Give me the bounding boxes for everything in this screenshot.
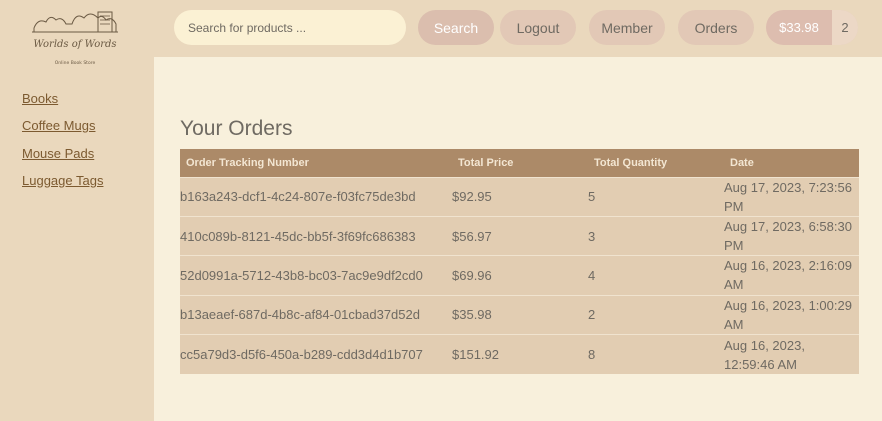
top-bar: Search Logout Member Orders $33.98 2 <box>154 0 882 57</box>
order-total-price: $151.92 <box>452 334 588 374</box>
order-date: Aug 17, 2023, 6:58:30 PM <box>724 215 859 256</box>
book-store-logo-icon: Worlds of Words Online Book Store <box>32 11 118 66</box>
order-date: Aug 16, 2023, 2:16:09 AM <box>724 255 859 296</box>
table-row: b13aeaef-687d-4b8c-af84-01cbad37d52d $35… <box>180 294 859 335</box>
order-total-quantity: 8 <box>588 334 724 374</box>
search-button[interactable]: Search <box>418 10 494 45</box>
table-row: 410c089b-8121-45dc-bb5f-3f69fc686383 $56… <box>180 215 859 256</box>
column-header-tracking: Order Tracking Number <box>180 149 452 177</box>
column-header-date: Date <box>724 149 859 177</box>
order-tracking-number: b13aeaef-687d-4b8c-af84-01cbad37d52d <box>180 294 452 335</box>
logout-button[interactable]: Logout <box>500 10 576 45</box>
svg-text:Worlds of Words: Worlds of Words <box>33 39 116 50</box>
member-button[interactable]: Member <box>589 10 665 45</box>
order-total-quantity: 3 <box>588 215 724 256</box>
cart-count-badge: 2 <box>832 10 858 45</box>
sidebar-item-luggage-tags: Luggage Tags <box>22 172 103 199</box>
order-tracking-number: 410c089b-8121-45dc-bb5f-3f69fc686383 <box>180 215 452 256</box>
table-row: 52d0991a-5712-43b8-bc03-7ac9e9df2cd0 $69… <box>180 255 859 296</box>
order-total-price: $92.95 <box>452 176 588 217</box>
order-date: Aug 16, 2023, 1:00:29 AM <box>724 294 859 335</box>
order-date: Aug 16, 2023, 12:59:46 AM <box>724 334 859 374</box>
orders-table: Order Tracking Number Total Price Total … <box>180 149 859 374</box>
order-tracking-number: cc5a79d3-d5f6-450a-b289-cdd3d4d1b707 <box>180 334 452 374</box>
sidebar-item-books: Books <box>22 90 103 117</box>
sidebar: Worlds of Words Online Book Store Books … <box>0 0 154 421</box>
order-total-quantity: 4 <box>588 255 724 296</box>
store-logo[interactable]: Worlds of Words Online Book Store <box>28 6 122 70</box>
order-total-price: $69.96 <box>452 255 588 296</box>
orders-button[interactable]: Orders <box>678 10 754 45</box>
order-date: Aug 17, 2023, 7:23:56 PM <box>724 176 859 217</box>
column-header-quantity: Total Quantity <box>588 149 724 177</box>
order-total-price: $56.97 <box>452 215 588 256</box>
page-title: Your Orders <box>180 117 293 140</box>
order-total-quantity: 5 <box>588 176 724 217</box>
coffee-mugs-link[interactable]: Coffee Mugs <box>22 118 95 133</box>
table-row: cc5a79d3-d5f6-450a-b289-cdd3d4d1b707 $15… <box>180 334 859 374</box>
table-row: b163a243-dcf1-4c24-807e-f03fc75de3bd $92… <box>180 176 859 217</box>
order-tracking-number: 52d0991a-5712-43b8-bc03-7ac9e9df2cd0 <box>180 255 452 296</box>
sidebar-item-mouse-pads: Mouse Pads <box>22 145 103 172</box>
cart-total[interactable]: $33.98 <box>766 10 832 45</box>
cart-status[interactable]: $33.98 2 <box>766 10 858 45</box>
books-link[interactable]: Books <box>22 91 58 106</box>
search-input[interactable] <box>174 10 406 45</box>
table-header-row: Order Tracking Number Total Price Total … <box>180 149 859 177</box>
order-total-price: $35.98 <box>452 294 588 335</box>
luggage-tags-link[interactable]: Luggage Tags <box>22 173 103 188</box>
category-nav: Books Coffee Mugs Mouse Pads Luggage Tag… <box>22 90 103 199</box>
sidebar-item-coffee-mugs: Coffee Mugs <box>22 117 103 144</box>
column-header-price: Total Price <box>452 149 588 177</box>
order-tracking-number: b163a243-dcf1-4c24-807e-f03fc75de3bd <box>180 176 452 217</box>
order-total-quantity: 2 <box>588 294 724 335</box>
svg-text:Online Book Store: Online Book Store <box>55 60 96 66</box>
mouse-pads-link[interactable]: Mouse Pads <box>22 146 94 161</box>
